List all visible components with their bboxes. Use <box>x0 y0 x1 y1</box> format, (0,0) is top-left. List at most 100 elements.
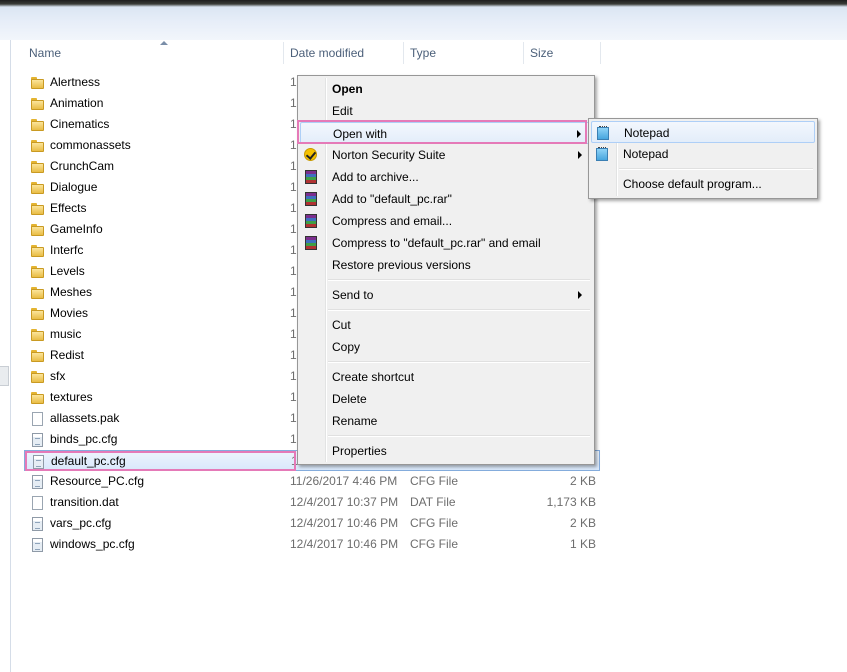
file-date-modified: 1 <box>290 264 297 278</box>
file-name: Animation <box>50 96 104 110</box>
file-name: commonassets <box>50 138 131 152</box>
menu-item-label: Copy <box>332 340 361 354</box>
submenu-arrow-icon <box>577 130 581 138</box>
folder-icon <box>30 369 46 385</box>
menu-item-label: Create shortcut <box>332 370 415 384</box>
submenu-arrow-icon <box>578 291 582 299</box>
file-date-modified: 1 <box>290 96 297 110</box>
menu-item-label: Open with <box>333 127 388 141</box>
column-divider[interactable] <box>403 42 404 64</box>
file-size: 1 KB <box>569 537 596 551</box>
folder-icon <box>30 243 46 259</box>
folder-icon <box>30 117 46 133</box>
file-row[interactable]: windows_pc.cfg 12/4/2017 10:46 PM CFG File… <box>24 534 624 555</box>
menu-item-label: Norton Security Suite <box>332 148 446 162</box>
menu-item-label: Notepad <box>623 147 669 161</box>
folder-icon <box>30 180 46 196</box>
navigation-pane[interactable] <box>0 40 11 672</box>
column-header-name[interactable]: Name <box>29 40 61 66</box>
cfg-icon <box>30 474 46 490</box>
file-date-modified: 1 <box>290 390 297 404</box>
menu-item-copy[interactable]: Copy <box>300 336 592 358</box>
folder-icon <box>30 222 46 238</box>
file-date-modified: 12/4/2017 10:46 PM <box>290 537 399 551</box>
window-title-bar <box>0 0 847 40</box>
submenu-item-notepad-2[interactable]: Notepad <box>591 143 815 165</box>
column-divider[interactable] <box>600 42 601 64</box>
file-date-modified: 1 <box>290 201 297 215</box>
folder-icon <box>30 201 46 217</box>
menu-item-create-shortcut[interactable]: Create shortcut <box>300 366 592 388</box>
menu-item-rename[interactable]: Rename <box>300 410 592 432</box>
menu-item-cut[interactable]: Cut <box>300 314 592 336</box>
file-date-modified: 1 <box>290 369 297 383</box>
file-date-modified: 1 <box>290 306 297 320</box>
menu-item-delete[interactable]: Delete <box>300 388 592 410</box>
folder-icon <box>30 96 46 112</box>
file-type: CFG File <box>410 537 458 551</box>
menu-item-label: Add to archive... <box>332 170 419 184</box>
file-date-modified: 1 <box>290 327 297 341</box>
notepad-icon <box>594 146 610 162</box>
file-name: windows_pc.cfg <box>50 537 135 551</box>
submenu-arrow-icon <box>578 151 582 159</box>
menu-item-add-to-rar[interactable]: Add to "default_pc.rar" <box>300 188 592 210</box>
folder-icon <box>30 75 46 91</box>
menu-item-label: Restore previous versions <box>332 258 471 272</box>
menu-separator <box>328 435 590 437</box>
submenu-item-notepad[interactable]: Notepad <box>591 121 815 143</box>
norton-icon <box>303 147 319 163</box>
file-row[interactable]: vars_pc.cfg 12/4/2017 10:46 PM CFG File 2 K… <box>24 513 624 534</box>
menu-item-label: Edit <box>332 104 353 118</box>
menu-item-label: Open <box>332 82 363 96</box>
file-type: CFG File <box>410 516 458 530</box>
menu-item-label: Choose default program... <box>623 177 762 191</box>
winrar-icon <box>303 213 319 229</box>
file-date-modified: 1 <box>290 411 297 425</box>
submenu-item-choose-default[interactable]: Choose default program... <box>591 173 815 195</box>
pane-resize-handle[interactable] <box>0 366 9 386</box>
file-date-modified: 1 <box>290 222 297 236</box>
menu-item-add-to-archive[interactable]: Add to archive... <box>300 166 592 188</box>
menu-item-send-to[interactable]: Send to <box>300 284 592 306</box>
menu-item-open[interactable]: Open <box>300 78 592 100</box>
menu-item-compress-email[interactable]: Compress and email... <box>300 210 592 232</box>
file-name: Redist <box>50 348 85 362</box>
folder-icon <box>30 327 46 343</box>
file-size: 2 KB <box>569 474 596 488</box>
column-header-date-modified[interactable]: Date modified <box>290 40 364 66</box>
column-header-size[interactable]: Size <box>530 40 553 66</box>
folder-icon <box>30 138 46 154</box>
menu-item-restore-previous-versions[interactable]: Restore previous versions <box>300 254 592 276</box>
column-header-type[interactable]: Type <box>410 40 436 66</box>
winrar-icon <box>303 235 319 251</box>
menu-item-properties[interactable]: Properties <box>300 440 592 462</box>
column-divider[interactable] <box>283 42 284 64</box>
file-row[interactable]: transition.dat 12/4/2017 10:37 PM DAT File… <box>24 492 624 513</box>
file-name: Effects <box>50 201 87 215</box>
menu-item-label: Compress and email... <box>332 214 453 228</box>
file-date-modified: 1 <box>290 138 297 152</box>
file-name: music <box>50 327 82 341</box>
file-row[interactable]: Resource_PC.cfg 11/26/2017 4:46 PM CFG Fil… <box>24 471 624 492</box>
file-name: allassets.pak <box>50 411 120 425</box>
file-type: DAT File <box>410 495 456 509</box>
file-date-modified: 1 <box>290 243 297 257</box>
menu-item-label: Notepad <box>624 126 670 140</box>
folder-icon <box>30 264 46 280</box>
menu-separator <box>619 168 813 170</box>
file-date-modified: 1 <box>290 159 297 173</box>
file-type: CFG File <box>410 474 458 488</box>
cfg-icon <box>31 454 47 470</box>
context-menu: Open Edit Open with Norton Security Suit… <box>297 75 595 465</box>
file-name: Resource_PC.cfg <box>50 474 145 488</box>
menu-item-open-with[interactable]: Open with <box>300 122 592 144</box>
menu-item-norton[interactable]: Norton Security Suite <box>300 144 592 166</box>
file-size: 1,173 KB <box>546 495 596 509</box>
menu-item-compress-rar-email[interactable]: Compress to "default_pc.rar" and email <box>300 232 592 254</box>
file-icon <box>30 495 46 511</box>
menu-item-edit[interactable]: Edit <box>300 100 592 122</box>
notepad-icon <box>595 125 611 141</box>
menu-separator <box>328 361 590 363</box>
column-divider[interactable] <box>523 42 524 64</box>
